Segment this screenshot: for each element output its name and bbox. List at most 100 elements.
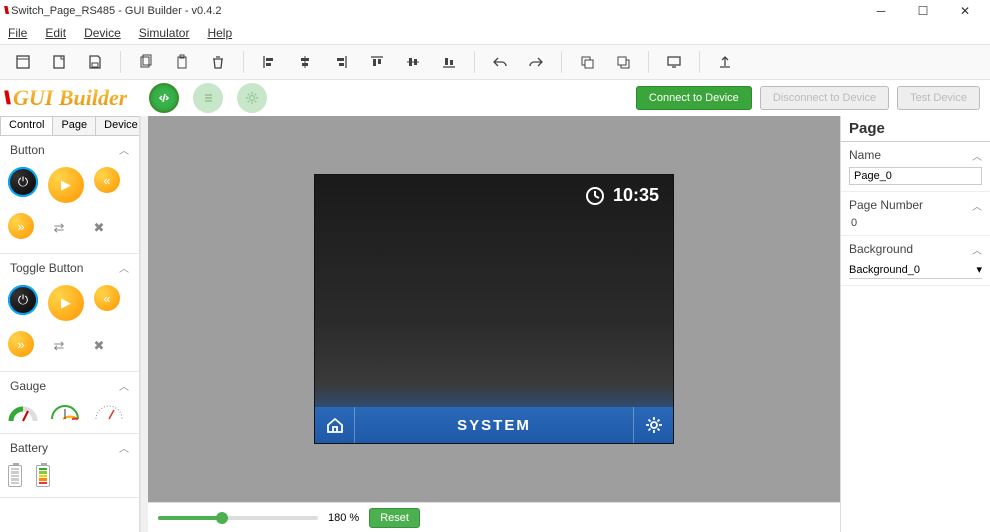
prop-bg-select[interactable]: Background_0 ▾ <box>849 261 982 279</box>
section-battery-label: Battery <box>10 441 48 455</box>
control-loop-icon[interactable]: ⇄ <box>44 213 74 243</box>
brand-logo-icon: \\\ <box>4 88 7 109</box>
tab-page[interactable]: Page <box>52 116 96 135</box>
prop-name-input[interactable] <box>849 167 982 185</box>
toggle-forward-button[interactable]: » <box>8 331 34 357</box>
properties-panel: Page Name︿ Page Number︿ 0 Background︿ Ba… <box>840 116 990 532</box>
left-panel: Control Page Device Button ︿ ⏻ ▶ « » ⇄ ✖… <box>0 116 140 532</box>
align-right-button[interactable] <box>328 49 354 75</box>
align-center-h-button[interactable] <box>292 49 318 75</box>
left-tabs: Control Page Device <box>0 116 139 136</box>
control-power-button[interactable]: ⏻ <box>8 167 38 197</box>
chevron-up-icon: ︿ <box>119 260 129 275</box>
save-button[interactable] <box>82 49 108 75</box>
control-forward-button[interactable]: » <box>8 213 34 239</box>
redo-button[interactable] <box>523 49 549 75</box>
app-logo-icon: \\\ <box>4 5 7 17</box>
tab-control[interactable]: Control <box>0 116 53 135</box>
zoom-slider[interactable] <box>158 516 318 520</box>
main-area: Control Page Device Button ︿ ⏻ ▶ « » ⇄ ✖… <box>0 116 990 532</box>
section-gauge-header[interactable]: Gauge ︿ <box>0 372 139 399</box>
device-screen[interactable]: 10:35 SYSTEM <box>314 174 674 444</box>
control-rewind-button[interactable]: « <box>94 167 120 193</box>
delete-button[interactable] <box>205 49 231 75</box>
clock-icon <box>585 186 605 206</box>
gauge-type1-icon[interactable] <box>8 403 38 423</box>
align-center-v-button[interactable] <box>400 49 426 75</box>
battery-type1-icon[interactable] <box>8 465 22 487</box>
prop-bg-value: Background_0 <box>849 264 976 276</box>
canvas-area: 10:35 SYSTEM 180 % Reset <box>148 116 840 532</box>
tab-device[interactable]: Device <box>95 116 140 135</box>
section-toggle-header[interactable]: Toggle Button ︿ <box>0 254 139 281</box>
section-button-header[interactable]: Button ︿ <box>0 136 139 163</box>
zoom-bar: 180 % Reset <box>148 502 840 532</box>
window-title: Switch_Page_RS485 - GUI Builder - v0.4.2 <box>11 5 221 17</box>
close-button[interactable]: ✕ <box>944 0 986 22</box>
bring-front-button[interactable] <box>574 49 600 75</box>
minimize-button[interactable]: ─ <box>860 0 902 22</box>
menu-edit[interactable]: Edit <box>45 26 66 40</box>
control-play-button[interactable]: ▶ <box>48 167 84 203</box>
undo-button[interactable] <box>487 49 513 75</box>
section-toggle: Toggle Button ︿ ⏻ ▶ « » ⇄ ✖ <box>0 254 139 372</box>
mode-settings-button[interactable] <box>237 83 267 113</box>
align-bottom-button[interactable] <box>436 49 462 75</box>
section-button: Button ︿ ⏻ ▶ « » ⇄ ✖ <box>0 136 139 254</box>
chevron-up-icon: ︿ <box>119 142 129 157</box>
gauge-type2-icon[interactable] <box>48 405 82 421</box>
menu-file[interactable]: File <box>8 26 27 40</box>
menu-device[interactable]: Device <box>84 26 121 40</box>
maximize-button[interactable]: ☐ <box>902 0 944 22</box>
align-left-button[interactable] <box>256 49 282 75</box>
left-scrollbar[interactable] <box>140 116 148 532</box>
toggle-play-button[interactable]: ▶ <box>48 285 84 321</box>
display-button[interactable] <box>661 49 687 75</box>
new-button[interactable] <box>10 49 36 75</box>
gear-icon[interactable] <box>633 407 673 443</box>
toggle-rewind-button[interactable]: « <box>94 285 120 311</box>
chevron-up-icon: ︿ <box>972 148 982 163</box>
prop-bg-label: Background <box>849 242 913 257</box>
section-button-label: Button <box>10 143 45 157</box>
open-button[interactable] <box>46 49 72 75</box>
brand-name: GUI Builder <box>13 85 127 111</box>
chevron-up-icon: ︿ <box>972 198 982 213</box>
prop-pagenum-label: Page Number <box>849 198 923 213</box>
gauge-type3-icon[interactable] <box>92 405 126 421</box>
screen-time: 10:35 <box>613 185 659 206</box>
chevron-up-icon: ︿ <box>119 440 129 455</box>
brand-row: \\\ GUI Builder Connect to Device Discon… <box>0 80 990 116</box>
prop-name-label: Name <box>849 148 881 163</box>
toggle-shuffle-icon[interactable]: ✖ <box>84 331 114 361</box>
battery-type2-icon[interactable] <box>36 465 50 487</box>
menu-simulator[interactable]: Simulator <box>139 26 190 40</box>
paste-button[interactable] <box>169 49 195 75</box>
test-device-button[interactable]: Test Device <box>897 86 980 110</box>
upload-button[interactable] <box>712 49 738 75</box>
menu-bar: File Edit Device Simulator Help <box>0 22 990 44</box>
zoom-reset-button[interactable]: Reset <box>369 508 420 528</box>
prop-pagenum-value: 0 <box>849 217 982 229</box>
copy-button[interactable] <box>133 49 159 75</box>
send-back-button[interactable] <box>610 49 636 75</box>
screen-footer-label: SYSTEM <box>355 417 633 434</box>
title-bar: \\\ Switch_Page_RS485 - GUI Builder - v0… <box>0 0 990 22</box>
connect-device-button[interactable]: Connect to Device <box>636 86 752 110</box>
section-battery-header[interactable]: Battery ︿ <box>0 434 139 461</box>
control-shuffle-icon[interactable]: ✖ <box>84 213 114 243</box>
chevron-down-icon: ▾ <box>976 263 982 276</box>
mode-link-button[interactable] <box>149 83 179 113</box>
canvas-viewport[interactable]: 10:35 SYSTEM <box>148 116 840 502</box>
home-icon[interactable] <box>315 407 355 443</box>
disconnect-device-button[interactable]: Disconnect to Device <box>760 86 889 110</box>
menu-help[interactable]: Help <box>207 26 232 40</box>
section-battery: Battery ︿ <box>0 434 139 498</box>
chevron-up-icon: ︿ <box>119 378 129 393</box>
align-top-button[interactable] <box>364 49 390 75</box>
toggle-loop-icon[interactable]: ⇄ <box>44 331 74 361</box>
mode-list-button[interactable] <box>193 83 223 113</box>
section-gauge: Gauge ︿ <box>0 372 139 434</box>
toggle-power-button[interactable]: ⏻ <box>8 285 38 315</box>
properties-title: Page <box>841 116 990 142</box>
